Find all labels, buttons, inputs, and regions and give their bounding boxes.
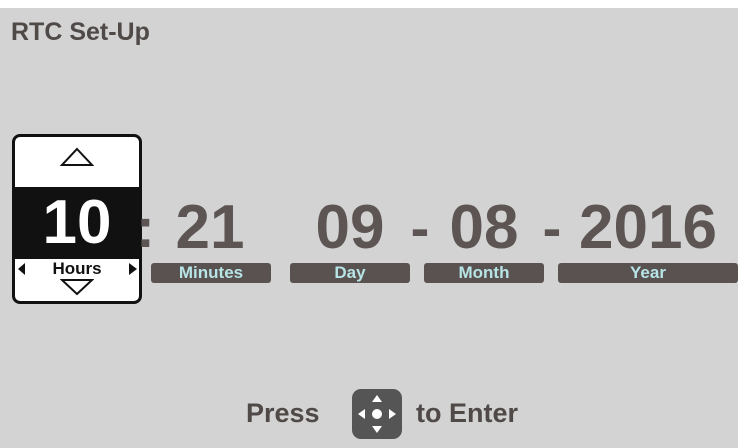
hours-selector[interactable]: 10 Hours (12, 134, 142, 304)
press-text: Press (246, 398, 320, 428)
hours-value: 10 (15, 187, 139, 259)
dpad-icon (352, 389, 402, 439)
day-value[interactable]: 09 (290, 192, 410, 264)
year-value[interactable]: 2016 (558, 192, 738, 264)
minutes-label: Minutes (151, 263, 271, 283)
down-arrow-icon[interactable] (60, 278, 94, 296)
minutes-value[interactable]: 21 (150, 192, 270, 264)
page-title: RTC Set-Up (11, 18, 150, 46)
year-label: Year (558, 263, 738, 283)
month-label: Month (424, 263, 544, 283)
to-enter-text: to Enter (416, 398, 519, 428)
rtc-setup-screen: RTC Set-Up 10 Hours : 21 Minutes 09 Day … (0, 8, 738, 448)
month-value[interactable]: 08 (424, 192, 544, 264)
day-label: Day (290, 263, 410, 283)
hours-label: Hours (52, 259, 102, 278)
up-arrow-icon[interactable] (60, 147, 94, 167)
right-arrow-icon[interactable] (129, 263, 137, 275)
